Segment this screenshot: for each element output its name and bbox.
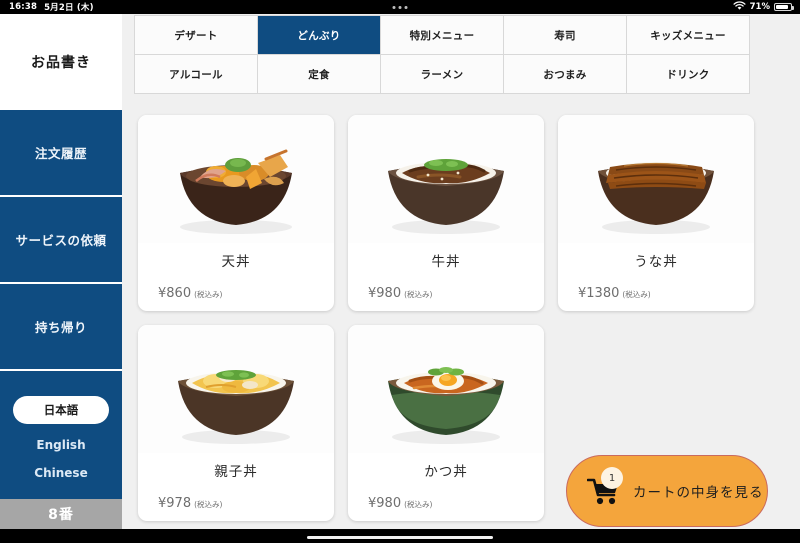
menu-item-price: ¥1380 (税込み) <box>558 286 754 311</box>
battery-icon <box>774 2 794 12</box>
tab-alcohol[interactable]: アルコール <box>135 55 257 93</box>
sidebar-item-takeout[interactable]: 持ち帰り <box>0 284 122 371</box>
menu-item-name: 牛丼 <box>431 254 461 270</box>
status-bar: 16:38 5月2日 (木) 71% <box>0 0 800 14</box>
menu-card[interactable]: 親子丼 ¥978 (税込み) <box>138 325 334 521</box>
tab-teishoku[interactable]: 定食 <box>258 55 380 93</box>
menu-item-price: ¥860 (税込み) <box>138 286 334 311</box>
sidebar-item-service-request[interactable]: サービスの依頼 <box>0 197 122 284</box>
sidebar: お品書き 注文履歴 サービスの依頼 持ち帰り 日本語 English Chine… <box>0 14 122 529</box>
tab-otsumami[interactable]: おつまみ <box>504 55 626 93</box>
tablet-screen: 16:38 5月2日 (木) 71% お品書き 注文履歴 サービスの依頼 持ち帰… <box>0 0 800 543</box>
price-tax-note: (税込み) <box>194 290 223 299</box>
language-option-japanese[interactable]: 日本語 <box>13 396 109 424</box>
tab-ramen[interactable]: ラーメン <box>381 55 503 93</box>
katsudon-photo <box>348 325 544 453</box>
home-indicator <box>0 529 800 543</box>
cart-count-badge: 1 <box>601 467 623 489</box>
status-bar-left: 16:38 5月2日 (木) <box>9 1 94 13</box>
language-option-english[interactable]: English <box>13 438 109 452</box>
menu-item-price: ¥980 (税込み) <box>348 496 544 521</box>
sidebar-item-order-history[interactable]: 注文履歴 <box>0 110 122 197</box>
tab-special-menu[interactable]: 特別メニュー <box>381 16 503 54</box>
menu-item-price: ¥978 (税込み) <box>138 496 334 521</box>
gyudon-photo <box>348 115 544 243</box>
tab-donburi[interactable]: どんぶり <box>258 16 380 54</box>
menu-card[interactable]: かつ丼 ¥980 (税込み) <box>348 325 544 521</box>
tempura-donburi-photo <box>138 115 334 243</box>
view-cart-label: カートの中身を見る <box>633 485 764 501</box>
menu-item-name: 天丼 <box>221 254 251 270</box>
app-root: お品書き 注文履歴 サービスの依頼 持ち帰り 日本語 English Chine… <box>0 14 800 529</box>
menu-card[interactable]: うな丼 ¥1380 (税込み) <box>558 115 754 311</box>
menu-item-name: かつ丼 <box>424 464 468 480</box>
category-tabs: デザート どんぶり 特別メニュー 寿司 キッズメニュー アルコール 定食 ラーメ… <box>134 15 750 94</box>
price-tax-note: (税込み) <box>194 500 223 509</box>
unadon-photo <box>558 115 754 243</box>
menu-item-name: うな丼 <box>634 254 678 270</box>
price-amount: ¥978 <box>158 496 192 511</box>
menu-card[interactable]: 天丼 ¥860 (税込み) <box>138 115 334 311</box>
wifi-icon <box>733 0 746 14</box>
status-bar-right: 71% <box>733 0 794 14</box>
battery-percent: 71% <box>749 2 770 12</box>
tab-dessert[interactable]: デザート <box>135 16 257 54</box>
price-tax-note: (税込み) <box>404 290 433 299</box>
tab-kids-menu[interactable]: キッズメニュー <box>627 16 749 54</box>
table-number-badge: 8番 <box>0 499 122 529</box>
tab-sushi[interactable]: 寿司 <box>504 16 626 54</box>
menu-item-name: 親子丼 <box>214 464 258 480</box>
view-cart-button[interactable]: 1 カートの中身を見る <box>566 455 768 527</box>
oyakodon-photo <box>138 325 334 453</box>
language-selector: 日本語 English Chinese <box>0 371 122 499</box>
menu-card[interactable]: 牛丼 ¥980 (税込み) <box>348 115 544 311</box>
price-tax-note: (税込み) <box>404 500 433 509</box>
shopping-cart-icon: 1 <box>586 467 623 506</box>
price-tax-note: (税込み) <box>622 290 651 299</box>
menu-item-price: ¥980 (税込み) <box>348 286 544 311</box>
price-amount: ¥860 <box>158 286 192 301</box>
price-amount: ¥980 <box>368 286 402 301</box>
tab-drink[interactable]: ドリンク <box>627 55 749 93</box>
status-date: 5月2日 (木) <box>44 3 94 13</box>
price-amount: ¥980 <box>368 496 402 511</box>
price-amount: ¥1380 <box>578 286 620 301</box>
page-title: お品書き <box>0 14 122 110</box>
multitask-dots-icon <box>392 5 408 9</box>
language-option-chinese[interactable]: Chinese <box>13 466 109 480</box>
status-time: 16:38 <box>9 2 38 12</box>
